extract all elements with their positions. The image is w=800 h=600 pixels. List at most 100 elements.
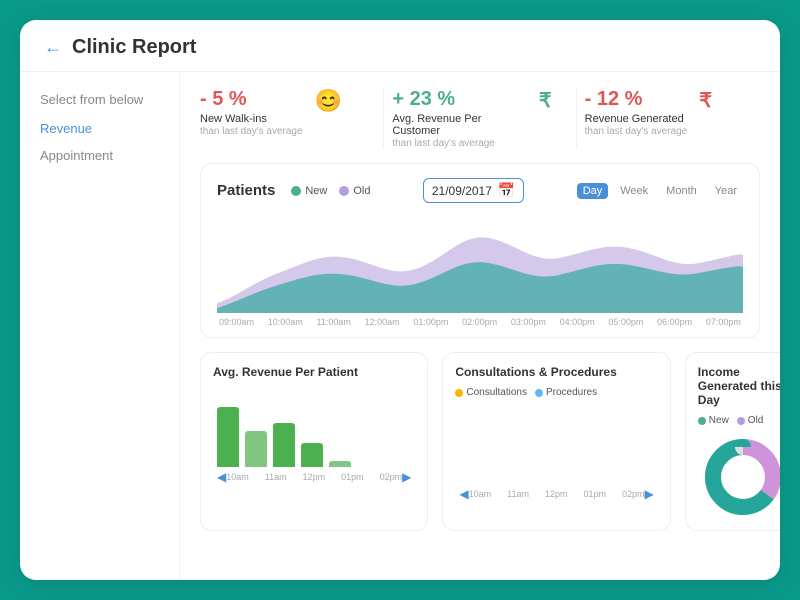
area-chart xyxy=(217,213,743,313)
time-17: 05:00pm xyxy=(608,317,643,327)
bar-avg-0 xyxy=(217,407,239,467)
legend-procedures: Procedures xyxy=(535,387,597,398)
patients-header: Patients New Old xyxy=(217,178,743,203)
calendar-icon: 📅 xyxy=(498,182,515,199)
income-chart: Income Generated this Day New Old xyxy=(685,352,780,531)
filter-week[interactable]: Week xyxy=(614,183,654,199)
rev-gen-icon: ₹ xyxy=(699,88,712,113)
sidebar-item-appointment[interactable]: Appointment xyxy=(40,146,159,165)
patients-section: Patients New Old xyxy=(200,163,760,338)
sidebar-item-revenue[interactable]: Revenue xyxy=(40,119,159,138)
stat-label-walkins: New Walk-ins xyxy=(200,113,303,125)
stats-row: - 5 % New Walk-ins than last day's avera… xyxy=(200,88,760,149)
legend-consultations: Consultations xyxy=(455,387,527,398)
stat-value-avg: + 23 % xyxy=(392,88,527,111)
income-legend: New Old xyxy=(698,415,780,426)
consultations-bars xyxy=(455,404,657,484)
stat-divider-2 xyxy=(576,88,577,149)
bottom-row: Avg. Revenue Per Patient ◀ 10am 11am xyxy=(200,352,760,531)
legend-dot-new xyxy=(291,186,301,196)
date-picker[interactable]: 21/09/2017 📅 xyxy=(423,178,525,203)
main-content: - 5 % New Walk-ins than last day's avera… xyxy=(180,72,780,580)
legend-income-new: New xyxy=(698,415,729,426)
prev-arrow-avg[interactable]: ◀ xyxy=(217,470,226,484)
avg-label-4: 02pm xyxy=(380,472,403,482)
time-axis: 09:00am 10:00am 11:00am 12:00am 01:00pm … xyxy=(217,317,743,327)
consult-label-0: 10am xyxy=(469,489,492,499)
sidebar: Select from below Revenue Appointment xyxy=(20,72,180,580)
consultations-axis: ◀ 10am 11am 12pm 01pm 02pm ▶ xyxy=(455,487,657,501)
stat-label-revgen: Revenue Generated xyxy=(585,113,688,125)
dot-procedures xyxy=(535,389,543,397)
consult-axis-labels: 10am 11am 12pm 01pm 02pm xyxy=(469,489,645,499)
avg-revenue-chart: Avg. Revenue Per Patient ◀ 10am 11am xyxy=(200,352,428,531)
avg-revenue-bars xyxy=(213,387,415,467)
time-filters: Day Week Month Year xyxy=(577,183,743,199)
time-16: 04:00pm xyxy=(560,317,595,327)
time-09: 09:00am xyxy=(219,317,254,327)
avg-axis-labels: 10am 11am 12pm 01pm 02pm xyxy=(226,472,402,482)
stat-sub-revgen: than last day's average xyxy=(585,126,688,137)
donut-svg xyxy=(698,432,780,522)
stat-sub-avg: than last day's average xyxy=(392,138,527,149)
income-title: Income Generated this Day xyxy=(698,365,780,407)
patients-legend: New Old xyxy=(291,185,370,197)
time-11: 11:00am xyxy=(317,317,351,327)
stat-value-revgen: - 12 % xyxy=(585,88,688,111)
avg-revenue-title: Avg. Revenue Per Patient xyxy=(213,365,415,379)
label-income-new: New xyxy=(709,415,729,426)
next-arrow-avg[interactable]: ▶ xyxy=(402,470,411,484)
filter-day[interactable]: Day xyxy=(577,183,609,199)
consultations-chart: Consultations & Procedures Consultations… xyxy=(442,352,670,531)
avg-label-1: 11am xyxy=(265,472,287,482)
time-13: 01:00pm xyxy=(413,317,448,327)
avg-label-0: 10am xyxy=(226,472,249,482)
prev-arrow-consult[interactable]: ◀ xyxy=(459,487,468,501)
bar-avg-1 xyxy=(245,431,267,467)
consult-label-4: 02pm xyxy=(622,489,645,499)
avg-label-2: 12pm xyxy=(303,472,326,482)
area-chart-svg xyxy=(217,213,743,313)
stat-value-walkins: - 5 % xyxy=(200,88,303,111)
stat-avg-revenue: + 23 % Avg. Revenue Per Customer than la… xyxy=(392,88,567,149)
bar-avg-4 xyxy=(329,461,351,467)
body: Select from below Revenue Appointment - … xyxy=(20,72,780,580)
time-15: 03:00pm xyxy=(511,317,546,327)
time-14: 02:00pm xyxy=(462,317,497,327)
legend-new: New xyxy=(291,185,327,197)
legend-label-old: Old xyxy=(353,185,370,197)
patients-title: Patients xyxy=(217,182,275,199)
consultations-legend: Consultations Procedures xyxy=(455,387,657,398)
stat-label-avg: Avg. Revenue Per Customer xyxy=(392,113,527,137)
dot-consultations xyxy=(455,389,463,397)
stat-revenue-gen: - 12 % Revenue Generated than last day's… xyxy=(585,88,760,137)
consult-label-3: 01pm xyxy=(584,489,607,499)
page-title: Clinic Report xyxy=(72,36,196,59)
stat-divider-1 xyxy=(383,88,384,149)
label-income-old: Old xyxy=(748,415,764,426)
back-button[interactable]: ← xyxy=(44,37,62,58)
dot-income-old xyxy=(737,417,745,425)
time-10: 10:00am xyxy=(268,317,303,327)
avg-revenue-icon: ₹ xyxy=(539,88,552,113)
date-value: 21/09/2017 xyxy=(432,184,492,198)
next-arrow-consult[interactable]: ▶ xyxy=(645,487,654,501)
sidebar-prompt: Select from below xyxy=(40,92,159,107)
legend-dot-old xyxy=(339,186,349,196)
walkins-icon: 😊 xyxy=(315,88,342,114)
avg-revenue-axis: ◀ 10am 11am 12pm 01pm 02pm ▶ xyxy=(213,470,415,484)
time-12: 12:00am xyxy=(365,317,400,327)
time-18: 06:00pm xyxy=(657,317,692,327)
legend-old: Old xyxy=(339,185,370,197)
filter-year[interactable]: Year xyxy=(709,183,743,199)
legend-label-new: New xyxy=(305,185,327,197)
label-consultations: Consultations xyxy=(466,387,527,398)
time-19: 07:00pm xyxy=(706,317,741,327)
stat-sub-walkins: than last day's average xyxy=(200,126,303,137)
filter-month[interactable]: Month xyxy=(660,183,703,199)
header: ← Clinic Report xyxy=(20,20,780,72)
legend-income-old: Old xyxy=(737,415,764,426)
stat-new-walkins: - 5 % New Walk-ins than last day's avera… xyxy=(200,88,375,137)
consult-label-1: 11am xyxy=(507,489,529,499)
avg-label-3: 01pm xyxy=(341,472,364,482)
